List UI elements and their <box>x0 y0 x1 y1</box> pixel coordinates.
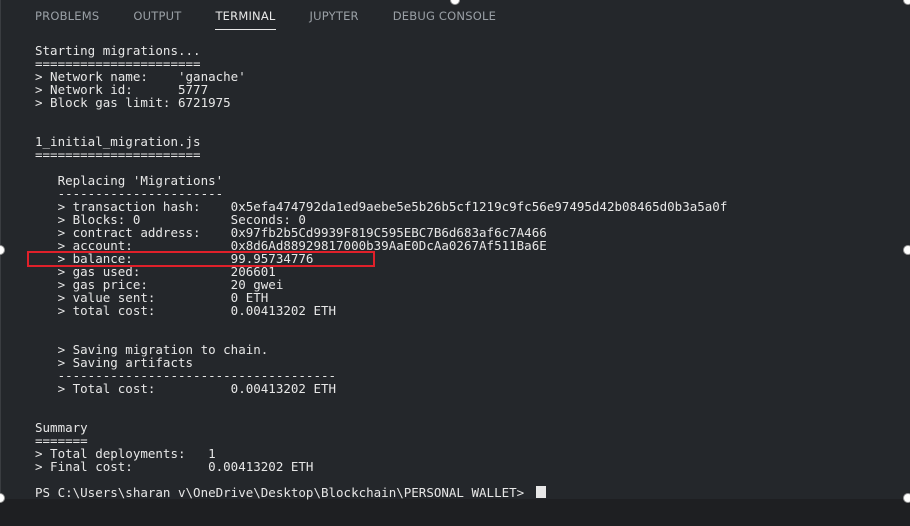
selection-handle <box>903 245 910 255</box>
terminal-cursor <box>535 486 546 498</box>
tab-problems[interactable]: PROBLEMS <box>35 5 99 27</box>
tab-jupyter[interactable]: JUPYTER <box>310 5 359 27</box>
selection-handle <box>903 493 910 503</box>
terminal-line: > Block gas limit: 6721975 <box>35 95 231 110</box>
terminal-prompt-line[interactable]: PS C:\Users\sharan v\OneDrive\Desktop\Bl… <box>35 486 546 499</box>
tab-debug-console[interactable]: DEBUG CONSOLE <box>393 5 496 27</box>
terminal-line: ====================== <box>35 147 201 162</box>
terminal-line: > total cost: 0.00413202 ETH <box>35 303 337 318</box>
terminal-panel: PROBLEMS OUTPUT TERMINAL JUPYTER DEBUG C… <box>0 0 910 499</box>
terminal-line: > Final cost: 0.00413202 ETH <box>35 459 314 474</box>
terminal-line: > Total cost: 0.00413202 ETH <box>35 381 337 396</box>
tab-terminal[interactable]: TERMINAL <box>215 5 276 30</box>
terminal-output[interactable]: Starting migrations... =================… <box>1 44 910 499</box>
balance-highlight-box <box>27 251 375 267</box>
terminal-prompt: PS C:\Users\sharan v\OneDrive\Desktop\Bl… <box>35 485 532 500</box>
tab-output[interactable]: OUTPUT <box>133 5 181 27</box>
